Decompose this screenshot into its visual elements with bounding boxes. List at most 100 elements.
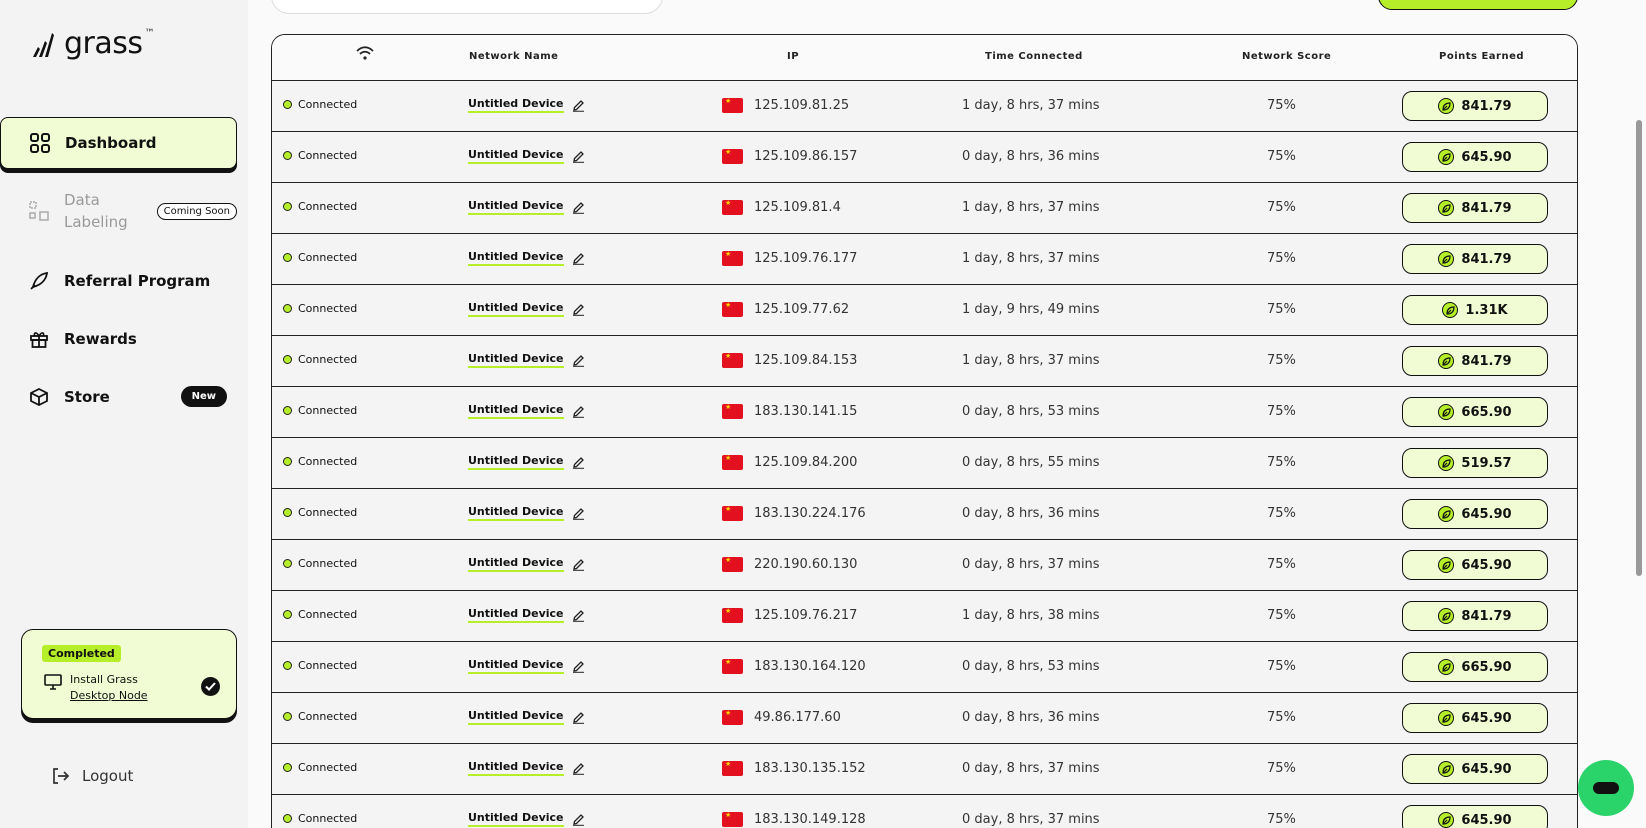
network-name-cell: Untitled Device xyxy=(468,199,585,215)
edit-icon[interactable] xyxy=(572,456,585,469)
status-dot-icon xyxy=(283,814,292,823)
edit-icon[interactable] xyxy=(572,762,585,775)
edit-icon[interactable] xyxy=(572,252,585,265)
network-name-cell: Untitled Device xyxy=(468,658,585,674)
table-header: Network Name IP Time Connected Network S… xyxy=(272,35,1577,81)
device-name[interactable]: Untitled Device xyxy=(468,658,564,674)
scrollbar[interactable] xyxy=(1636,120,1642,576)
table-row[interactable]: Connected Untitled Device 49.86.177.60 0… xyxy=(272,693,1577,744)
edit-icon[interactable] xyxy=(572,609,585,622)
device-name[interactable]: Untitled Device xyxy=(468,760,564,776)
task-link[interactable]: Desktop Node xyxy=(70,689,148,702)
sidebar-item-dashboard[interactable]: Dashboard xyxy=(0,117,237,169)
device-name[interactable]: Untitled Device xyxy=(468,454,564,470)
points-earned-pill[interactable]: 645.90 xyxy=(1402,499,1548,529)
points-earned-pill[interactable]: 1.31K xyxy=(1402,295,1548,325)
device-name[interactable]: Untitled Device xyxy=(468,148,564,164)
leaf-icon xyxy=(1438,761,1455,777)
chat-button[interactable] xyxy=(1578,760,1634,816)
device-name[interactable]: Untitled Device xyxy=(468,556,564,572)
table-row[interactable]: Connected Untitled Device 183.130.164.12… xyxy=(272,642,1577,693)
network-name-cell: Untitled Device xyxy=(468,760,585,776)
network-name-cell: Untitled Device xyxy=(468,97,585,113)
table-row[interactable]: Connected Untitled Device 183.130.141.15… xyxy=(272,387,1577,438)
edit-icon[interactable] xyxy=(572,813,585,826)
ip-cell: 125.109.77.62 xyxy=(754,302,850,317)
search-bar[interactable] xyxy=(271,0,663,14)
points-earned-pill[interactable]: 645.90 xyxy=(1402,754,1548,784)
status-text: Connected xyxy=(298,455,358,468)
points-earned-pill[interactable]: 665.90 xyxy=(1402,397,1548,427)
device-name[interactable]: Untitled Device xyxy=(468,607,564,623)
points-earned-pill[interactable]: 519.57 xyxy=(1402,448,1548,478)
edit-icon[interactable] xyxy=(572,405,585,418)
table-row[interactable]: Connected Untitled Device 125.109.84.153… xyxy=(272,336,1577,387)
edit-icon[interactable] xyxy=(572,507,585,520)
points-earned-pill[interactable]: 841.79 xyxy=(1402,193,1548,223)
gift-icon xyxy=(28,328,50,350)
table-row[interactable]: Connected Untitled Device 125.109.77.62 … xyxy=(272,285,1577,336)
top-action-button[interactable] xyxy=(1378,0,1578,10)
table-row[interactable]: Connected Untitled Device 125.109.81.4 1… xyxy=(272,183,1577,234)
table-row[interactable]: Connected Untitled Device 220.190.60.130… xyxy=(272,540,1577,591)
status-dot-icon xyxy=(283,151,292,160)
network-score-cell: 75% xyxy=(1267,710,1296,725)
table-row[interactable]: Connected Untitled Device 183.130.149.12… xyxy=(272,795,1577,828)
table-row[interactable]: Connected Untitled Device 125.109.81.25 … xyxy=(272,81,1577,132)
table-row[interactable]: Connected Untitled Device 125.109.84.200… xyxy=(272,438,1577,489)
status-dot-icon xyxy=(283,661,292,670)
device-name[interactable]: Untitled Device xyxy=(468,301,564,317)
edit-icon[interactable] xyxy=(572,558,585,571)
edit-icon[interactable] xyxy=(572,660,585,673)
sidebar-item-store[interactable]: Store New xyxy=(0,384,237,410)
points-earned-pill[interactable]: 841.79 xyxy=(1402,244,1548,274)
edit-icon[interactable] xyxy=(572,201,585,214)
status-cell: Connected xyxy=(283,812,357,825)
points-earned-pill[interactable]: 665.90 xyxy=(1402,652,1548,682)
device-name[interactable]: Untitled Device xyxy=(468,199,564,215)
points-earned-pill[interactable]: 841.79 xyxy=(1402,91,1548,121)
edit-icon[interactable] xyxy=(572,354,585,367)
logout-button[interactable]: Logout xyxy=(50,766,133,786)
status-cell: Connected xyxy=(283,761,357,774)
points-earned-pill[interactable]: 645.90 xyxy=(1402,550,1548,580)
table-row[interactable]: Connected Untitled Device 125.109.86.157… xyxy=(272,132,1577,183)
device-name[interactable]: Untitled Device xyxy=(468,505,564,521)
points-earned-pill[interactable]: 645.90 xyxy=(1402,703,1548,733)
edit-icon[interactable] xyxy=(572,303,585,316)
device-name[interactable]: Untitled Device xyxy=(468,811,564,827)
sidebar-item-data-labeling[interactable]: Data Labeling Coming Soon xyxy=(0,188,237,234)
time-connected-cell: 1 day, 8 hrs, 38 mins xyxy=(962,608,1100,623)
device-name[interactable]: Untitled Device xyxy=(468,403,564,419)
device-name[interactable]: Untitled Device xyxy=(468,97,564,113)
edit-icon[interactable] xyxy=(572,711,585,724)
task-card[interactable]: Completed Install Grass Desktop Node xyxy=(21,629,237,719)
edit-icon[interactable] xyxy=(572,99,585,112)
leaf-icon xyxy=(1438,812,1455,828)
sidebar-item-referral-program[interactable]: Referral Program xyxy=(0,268,237,294)
table-row[interactable]: Connected Untitled Device 125.109.76.217… xyxy=(272,591,1577,642)
labeling-icon xyxy=(28,200,50,222)
device-name[interactable]: Untitled Device xyxy=(468,352,564,368)
table-row[interactable]: Connected Untitled Device 125.109.76.177… xyxy=(272,234,1577,285)
network-score-cell: 75% xyxy=(1267,659,1296,674)
table-row[interactable]: Connected Untitled Device 183.130.224.17… xyxy=(272,489,1577,540)
leaf-icon xyxy=(1438,506,1455,522)
edit-icon[interactable] xyxy=(572,150,585,163)
china-flag-icon xyxy=(722,811,743,827)
device-name[interactable]: Untitled Device xyxy=(468,250,564,266)
time-connected-cell: 1 day, 8 hrs, 37 mins xyxy=(962,353,1100,368)
network-score-cell: 75% xyxy=(1267,98,1296,113)
status-cell: Connected xyxy=(283,98,357,111)
network-score-cell: 75% xyxy=(1267,812,1296,827)
points-earned-pill[interactable]: 645.90 xyxy=(1402,805,1548,828)
points-earned-pill[interactable]: 645.90 xyxy=(1402,142,1548,172)
sidebar-item-rewards[interactable]: Rewards xyxy=(0,326,237,352)
table-row[interactable]: Connected Untitled Device 183.130.135.15… xyxy=(272,744,1577,795)
points-earned-pill[interactable]: 841.79 xyxy=(1402,346,1548,376)
china-flag-icon xyxy=(722,505,743,521)
points-earned-pill[interactable]: 841.79 xyxy=(1402,601,1548,631)
device-name[interactable]: Untitled Device xyxy=(468,709,564,725)
grass-logo[interactable]: grass ™ xyxy=(30,26,155,61)
sidebar-item-label: Referral Program xyxy=(64,272,211,290)
